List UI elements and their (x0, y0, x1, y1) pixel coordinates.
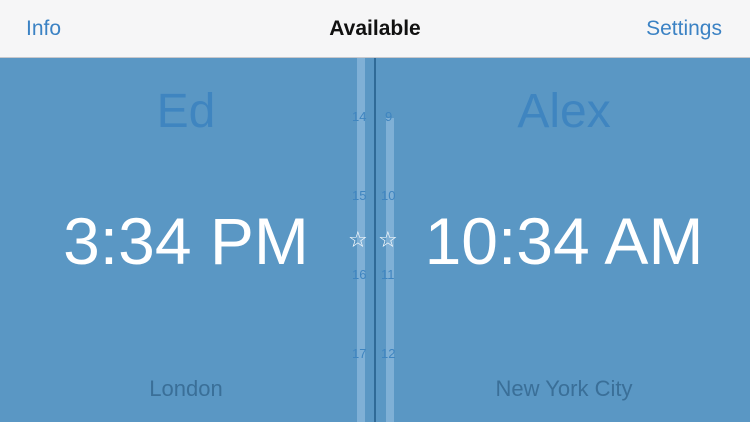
person-name-left: Ed (156, 85, 216, 138)
settings-button[interactable]: Settings (646, 16, 722, 42)
hour-tick-left: 15 (352, 188, 367, 203)
city-right: New York City (495, 376, 633, 401)
star-icon-right[interactable]: ☆ (378, 228, 398, 252)
hour-tick-right: 10 (381, 188, 396, 203)
time-comparison-view: Ed 3:34 PM London Alex 10:34 AM New York… (0, 58, 750, 422)
right-person-panel[interactable]: Alex 10:34 AM New York City (378, 58, 750, 422)
nav-title: Available (329, 17, 421, 40)
hour-tick-right: 11 (381, 267, 395, 282)
navigation-bar: Info Available Settings (0, 0, 750, 58)
hour-tick-right: 12 (381, 346, 396, 361)
hour-tick-left: 17 (352, 346, 367, 361)
star-icon-left[interactable]: ☆ (348, 228, 368, 252)
left-person-panel[interactable]: Ed 3:34 PM London (0, 58, 372, 422)
city-left: London (149, 376, 223, 401)
hour-tick-right: 9 (385, 109, 393, 124)
center-divider (374, 58, 376, 422)
hour-tick-left: 14 (352, 109, 367, 124)
hour-tick-left: 16 (352, 267, 367, 282)
person-name-right: Alex (517, 85, 611, 138)
time-right: 10:34 AM (424, 204, 704, 278)
